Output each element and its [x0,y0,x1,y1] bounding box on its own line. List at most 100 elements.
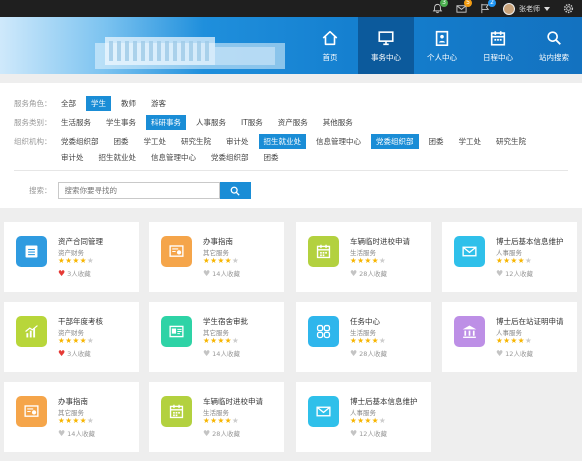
service-card[interactable]: 博士后基本信息维护 人事服务 ★★★★★ ♥ 12人收藏 [442,222,577,292]
org-option[interactable]: 党委组织部 [206,150,254,165]
category-option[interactable]: IT服务 [236,115,268,130]
role-option-teacher[interactable]: 教师 [116,96,141,111]
role-option-student[interactable]: 学生 [86,96,111,111]
heart-icon[interactable]: ♥ [496,269,503,278]
star-icon: ★ [217,336,225,345]
role-option-visitor[interactable]: 游客 [146,96,171,111]
building-illustration [95,37,285,69]
favorite-label: 28人收藏 [359,270,387,278]
bell-icon[interactable]: 3 [431,0,448,14]
service-card[interactable]: 车辆临时进校申请 生活服务 ★★★★★ ♥ 28人收藏 [296,222,431,292]
mail-icon[interactable]: 5 [455,0,472,14]
user-menu[interactable]: 张老师 [503,2,550,15]
favorite-label: 28人收藏 [212,430,240,438]
favorite-count[interactable]: ♥ 12人收藏 [350,428,387,439]
service-card[interactable]: 干部年度考核 资产财务 ★★★★★ ♥ 3人收藏 [4,302,139,372]
heart-icon[interactable]: ♥ [203,429,210,438]
role-option-all[interactable]: 全部 [56,96,81,111]
org-option[interactable]: 审计处 [221,134,254,149]
heart-icon[interactable]: ♥ [203,269,210,278]
star-icon: ★ [364,256,372,265]
gear-icon[interactable] [562,3,574,14]
org-option[interactable]: 团委 [109,134,134,149]
avatar [503,2,515,15]
category-option[interactable]: 学生事务 [101,115,141,130]
favorite-count[interactable]: ♥ 12人收藏 [496,268,533,279]
heart-icon[interactable]: ♥ [350,429,357,438]
heart-icon[interactable]: ♥ [496,349,503,358]
favorite-count[interactable]: ♥ 3人收藏 [58,268,91,279]
filter-category-row: 服务类别： 生活服务 学生事务 科研事务 人事服务 IT服务 资产服务 其他服务 [14,115,363,130]
nav-personal-center[interactable]: 个人中心 [414,17,470,74]
calendar-grid-icon [161,396,192,427]
favorite-count[interactable]: ♥ 28人收藏 [350,348,387,359]
heart-icon[interactable]: ♥ [203,349,210,358]
heart-icon[interactable]: ♥ [350,349,357,358]
service-card[interactable]: 博士后基本信息维护 人事服务 ★★★★★ ♥ 12人收藏 [296,382,431,452]
flag-icon[interactable]: 2 [479,0,496,14]
org-option[interactable]: 团委 [424,134,449,149]
nav-site-search[interactable]: 站内搜索 [526,17,582,74]
service-card[interactable]: 任务中心 生活服务 ★★★★★ ♥ 28人收藏 [296,302,431,372]
search-button[interactable] [219,182,251,199]
service-card[interactable]: 办事指南 其它服务 ★★★★★ ♥ 14人收藏 [149,222,284,292]
nav-schedule-center[interactable]: 日程中心 [470,17,526,74]
star-rating: ★★★★★ [58,256,94,265]
favorite-label: 3人收藏 [67,350,91,358]
mail-icon [308,396,339,427]
search-input[interactable] [57,182,220,199]
star-icon: ★ [72,256,80,265]
star-icon: ★ [364,416,372,425]
star-icon: ★ [86,256,95,265]
category-option[interactable]: 其他服务 [318,115,358,130]
favorite-count[interactable]: ♥ 14人收藏 [203,268,240,279]
favorite-count[interactable]: ♥ 14人收藏 [203,348,240,359]
org-option-selected[interactable]: 招生就业处 [258,134,306,149]
service-card[interactable]: 车辆临时进校申请 生活服务 ★★★★★ ♥ 28人收藏 [149,382,284,452]
service-card[interactable]: 博士后在站证明申请 人事服务 ★★★★★ ♥ 12人收藏 [442,302,577,372]
favorite-count[interactable]: ♥ 3人收藏 [58,348,91,359]
favorite-count[interactable]: ♥ 14人收藏 [58,428,95,439]
nav-home[interactable]: 首页 [302,17,358,74]
star-icon: ★ [72,416,80,425]
org-option[interactable]: 信息管理中心 [146,150,201,165]
favorite-label: 12人收藏 [505,270,533,278]
heart-icon[interactable]: ♥ [58,269,65,278]
org-option[interactable]: 团委 [259,150,284,165]
org-option[interactable]: 招生就业处 [94,150,142,165]
category-option[interactable]: 人事服务 [191,115,231,130]
home-icon [322,30,338,45]
heart-icon[interactable]: ♥ [350,269,357,278]
heart-icon[interactable]: ♥ [58,349,65,358]
nav-affairs-center[interactable]: 事务中心 [358,17,414,74]
calendar-icon [490,30,506,46]
favorite-label: 14人收藏 [67,430,95,438]
org-option[interactable]: 学工处 [454,134,487,149]
org-option[interactable]: 审计处 [56,150,89,165]
service-card[interactable]: 办事指南 其它服务 ★★★★★ ♥ 14人收藏 [4,382,139,452]
notification-badge: 3 [440,0,448,7]
favorite-count[interactable]: ♥ 28人收藏 [203,428,240,439]
org-option-selected[interactable]: 党委组织部 [371,134,419,149]
favorite-count[interactable]: ♥ 28人收藏 [350,268,387,279]
org-option[interactable]: 信息管理中心 [311,134,366,149]
star-icon: ★ [231,416,240,425]
org-option[interactable]: 党委组织部 [56,134,104,149]
org-option[interactable]: 研究生院 [491,134,531,149]
filter-role-row: 服务角色： 全部 学生 教师 游客 [14,96,176,111]
category-option[interactable]: 生活服务 [56,115,96,130]
category-option-selected[interactable]: 科研事务 [146,115,186,130]
card-title: 车辆临时进校申请 [203,397,263,406]
org-option[interactable]: 学工处 [139,134,172,149]
category-option[interactable]: 资产服务 [273,115,313,130]
star-rating: ★★★★★ [203,416,239,425]
star-rating: ★★★★★ [350,336,386,345]
org-option[interactable]: 研究生院 [176,134,216,149]
service-card[interactable]: 资产合同管理 资产财务 ★★★★★ ♥ 3人收藏 [4,222,139,292]
service-card[interactable]: 学生宿舍审批 其它服务 ★★★★★ ♥ 14人收藏 [149,302,284,372]
mail-badge: 5 [464,0,472,7]
star-icon: ★ [510,256,518,265]
favorite-count[interactable]: ♥ 12人收藏 [496,348,533,359]
nav-label: 首页 [322,52,338,62]
heart-icon[interactable]: ♥ [58,429,65,438]
